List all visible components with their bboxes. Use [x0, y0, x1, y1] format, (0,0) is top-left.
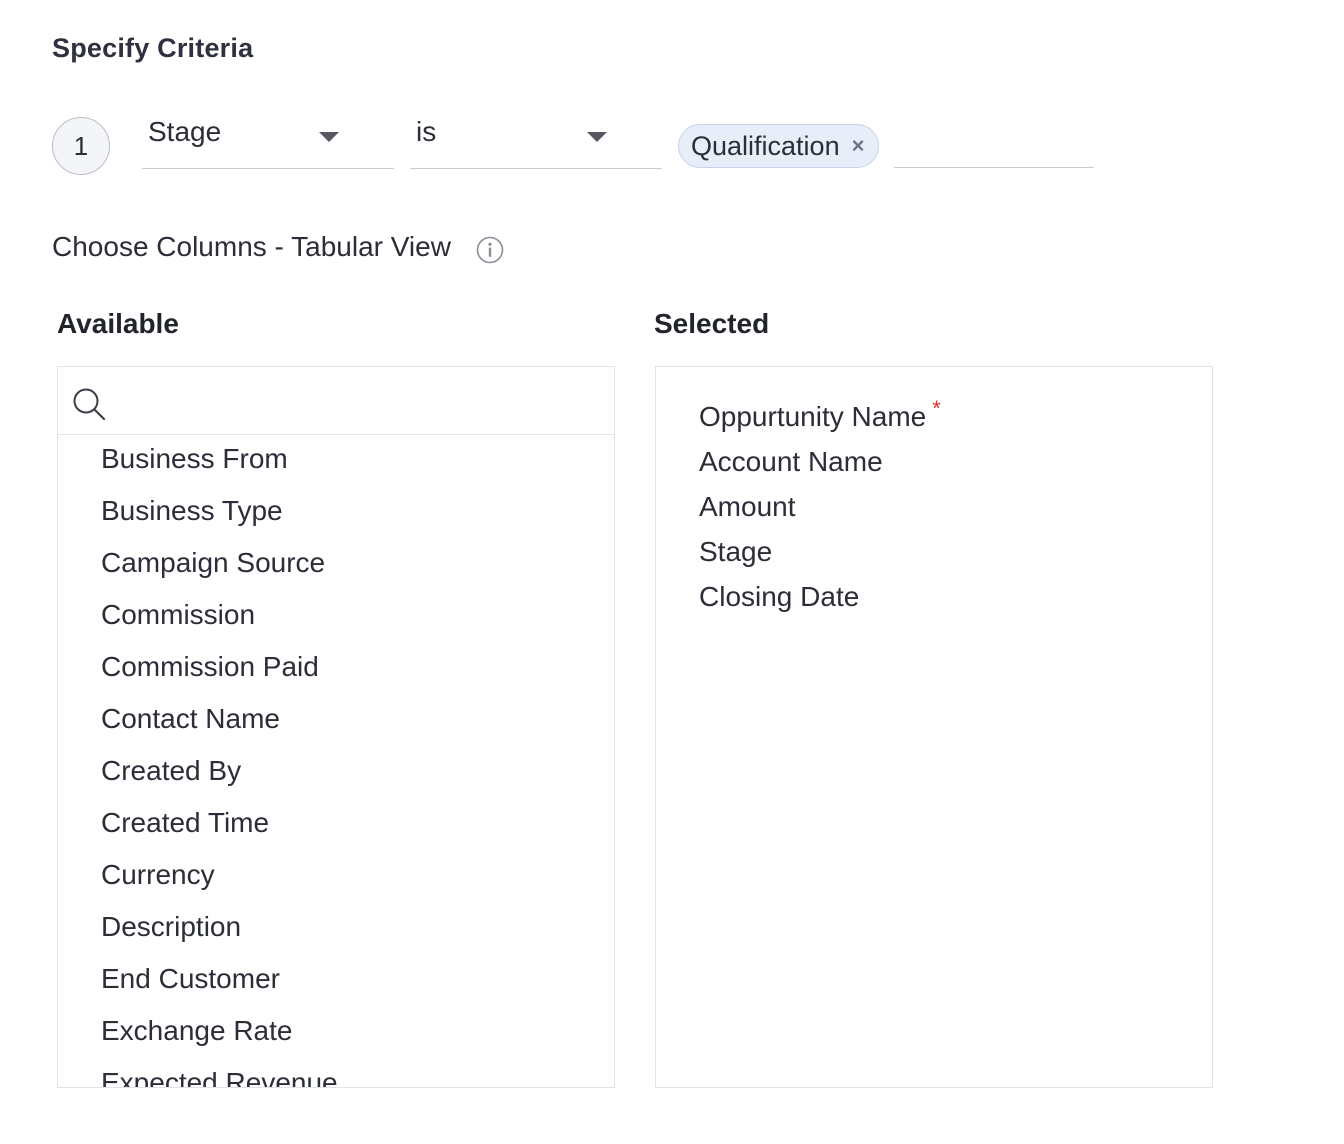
choose-columns-title: Choose Columns - Tabular View	[52, 231, 451, 262]
available-column-item[interactable]: Created By	[58, 751, 614, 803]
available-column-item[interactable]: Business Type	[58, 491, 614, 543]
available-columns-pane: Business From Business Type Campaign Sourc…	[57, 366, 615, 1088]
selected-column-item[interactable]: Amount	[656, 487, 1212, 532]
criteria-value-chip-label: Qualification	[691, 130, 840, 161]
available-column-item[interactable]: Business From	[58, 439, 614, 491]
specify-criteria-title: Specify Criteria	[52, 33, 254, 63]
search-icon	[73, 388, 106, 421]
selected-columns-pane: Oppurtunity Name * Account Name Amount Stage…	[655, 366, 1213, 1088]
available-column-item[interactable]: Expected Revenue	[58, 1063, 614, 1087]
available-column-item[interactable]: End Customer	[58, 959, 614, 1011]
required-indicator: *	[932, 396, 941, 421]
selected-heading: Selected	[654, 308, 770, 339]
selected-column-label: Account Name	[699, 446, 883, 477]
available-search-bar	[58, 367, 614, 435]
selected-column-item[interactable]: Closing Date	[656, 577, 1212, 622]
close-icon[interactable]: ×	[852, 135, 865, 157]
available-columns-list: Business From Business Type Campaign Sourc…	[58, 439, 614, 1087]
chevron-down-icon	[587, 132, 607, 142]
criteria-operator-dropdown[interactable]: is	[410, 108, 662, 169]
criteria-operator-value: is	[416, 116, 437, 147]
available-column-item[interactable]: Campaign Source	[58, 543, 614, 595]
criteria-row-number: 1	[52, 117, 110, 175]
info-icon[interactable]	[476, 236, 504, 264]
selected-column-label: Stage	[699, 536, 773, 567]
selected-column-label: Amount	[699, 491, 796, 522]
selected-columns-list: Oppurtunity Name * Account Name Amount Stage…	[656, 396, 1212, 622]
available-column-item[interactable]: Description	[58, 907, 614, 959]
available-search-input[interactable]	[118, 381, 592, 423]
selected-column-item[interactable]: Oppurtunity Name *	[656, 396, 1212, 442]
available-column-item[interactable]: Contact Name	[58, 699, 614, 751]
available-column-item[interactable]: Created Time	[58, 803, 614, 855]
available-column-item[interactable]: Currency	[58, 855, 614, 907]
criteria-field-value: Stage	[148, 116, 222, 147]
selected-column-label: Oppurtunity Name	[699, 401, 927, 432]
available-column-item[interactable]: Exchange Rate	[58, 1011, 614, 1063]
criteria-field-dropdown[interactable]: Stage	[142, 108, 394, 169]
selected-column-item[interactable]: Account Name	[656, 442, 1212, 487]
criteria-value-input[interactable]	[894, 167, 1094, 168]
selected-column-item[interactable]: Stage	[656, 532, 1212, 577]
available-heading: Available	[57, 308, 179, 339]
criteria-value-chip: Qualification ×	[678, 124, 880, 168]
chevron-down-icon	[319, 132, 339, 142]
selected-column-label: Closing Date	[699, 581, 860, 612]
available-column-item[interactable]: Commission	[58, 595, 614, 647]
available-column-item[interactable]: Commission Paid	[58, 647, 614, 699]
